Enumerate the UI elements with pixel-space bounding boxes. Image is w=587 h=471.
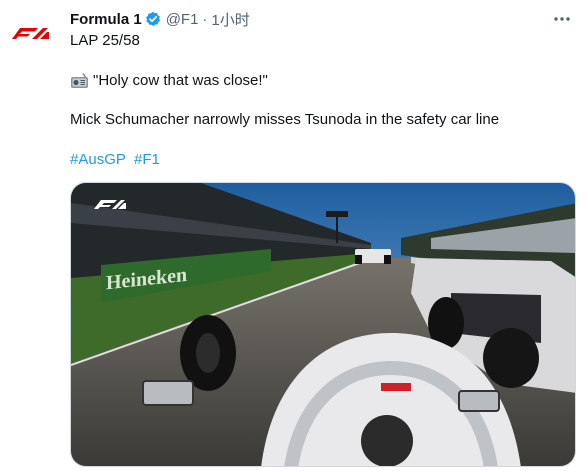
verified-badge-icon [145, 11, 160, 26]
separator-dot: · [202, 10, 208, 28]
hashtag-ausgp[interactable]: #AusGP [70, 151, 126, 168]
race-onboard-image: Heineken [71, 183, 575, 466]
radio-icon [71, 73, 88, 88]
tweet-timestamp[interactable]: 1小时 [211, 9, 249, 30]
quote-text: "Holy cow that was close!" [93, 72, 268, 89]
author-name[interactable]: Formula 1 [70, 11, 142, 28]
more-options-button[interactable] [551, 8, 573, 30]
tweet-media-video[interactable]: Heineken [70, 182, 576, 467]
author-avatar[interactable] [10, 20, 50, 46]
tweet-header: Formula 1 @F1 · 1小时 [70, 8, 575, 30]
hashtag-f1[interactable]: #F1 [134, 151, 160, 168]
lap-text: LAP 25/58 [70, 32, 140, 49]
author-handle[interactable]: @F1 [166, 11, 199, 28]
more-options-icon [554, 17, 570, 21]
hashtags: #AusGP #F1 [70, 150, 164, 170]
quote-line: "Holy cow that was close!" [70, 71, 268, 91]
f1-logo-icon [12, 28, 49, 39]
tweet-description: Mick Schumacher narrowly misses Tsunoda … [70, 111, 500, 128]
